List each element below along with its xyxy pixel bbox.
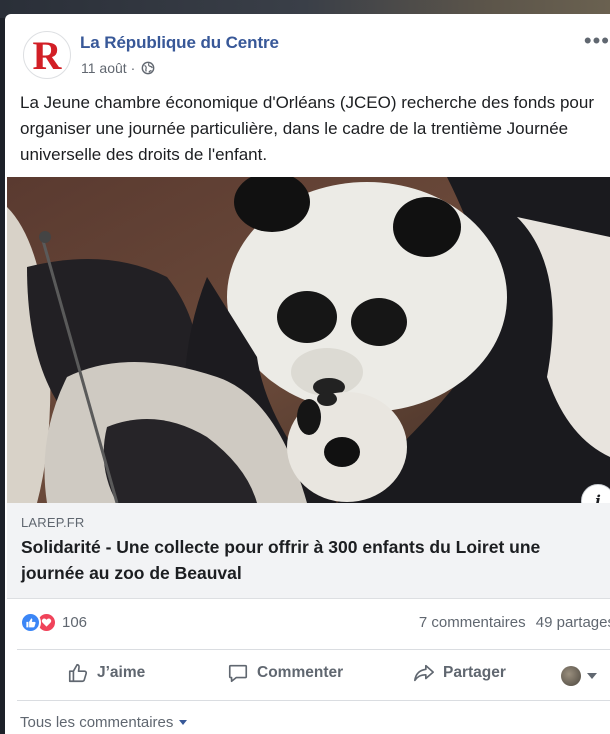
engagement-counts: 7 commentaires 49 partages [413, 614, 610, 631]
comments-filter-label: Tous les commentaires [20, 714, 174, 731]
comment-bubble-icon [228, 664, 248, 683]
page-avatar[interactable]: R [23, 31, 71, 79]
share-arrow-icon [414, 664, 434, 682]
globe-icon [141, 61, 155, 75]
page-name-link[interactable]: La République du Centre [80, 33, 279, 53]
divider [17, 700, 610, 701]
avatar-logo-letter: R [32, 33, 62, 78]
post-meta: 11 août · [81, 60, 155, 76]
action-bar: J’aime Commenter Partager [5, 650, 610, 700]
comments-count-link[interactable]: 7 commentaires [419, 614, 526, 631]
link-domain: LAREP.FR [21, 515, 85, 530]
reaction-count: 106 [62, 614, 88, 631]
chevron-down-icon [179, 720, 188, 725]
comment-button[interactable]: Commenter [227, 662, 343, 684]
thumbs-up-icon [68, 663, 88, 683]
reaction-as-selector[interactable] [561, 666, 597, 686]
post-card: R La République du Centre 11 août · ••• … [5, 14, 610, 734]
like-reaction-icon [20, 612, 41, 633]
reactions-summary[interactable]: 106 [20, 612, 87, 633]
share-button-label: Partager [443, 664, 506, 681]
meta-separator: · [130, 60, 136, 76]
shares-count-link[interactable]: 49 partages [536, 614, 610, 631]
like-button[interactable]: J’aime [67, 662, 145, 684]
more-icon[interactable]: ••• [584, 30, 610, 52]
user-avatar [561, 666, 581, 686]
chevron-down-icon [587, 673, 597, 679]
panda-photo[interactable] [7, 177, 610, 503]
post-header: R La République du Centre 11 août · ••• [5, 14, 610, 94]
panda-photo-illustration [7, 177, 610, 503]
link-preview[interactable]: LAREP.FR Solidarité - Une collecte pour … [7, 503, 610, 599]
post-date[interactable]: 11 août [81, 60, 127, 76]
comments-filter-dropdown[interactable]: Tous les commentaires [20, 714, 188, 731]
comment-button-label: Commenter [257, 664, 344, 681]
share-button[interactable]: Partager [413, 662, 506, 684]
like-button-label: J’aime [97, 664, 146, 681]
link-title[interactable]: Solidarité - Une collecte pour offrir à … [21, 534, 601, 586]
post-text: La Jeune chambre économique d'Orléans (J… [20, 93, 594, 164]
